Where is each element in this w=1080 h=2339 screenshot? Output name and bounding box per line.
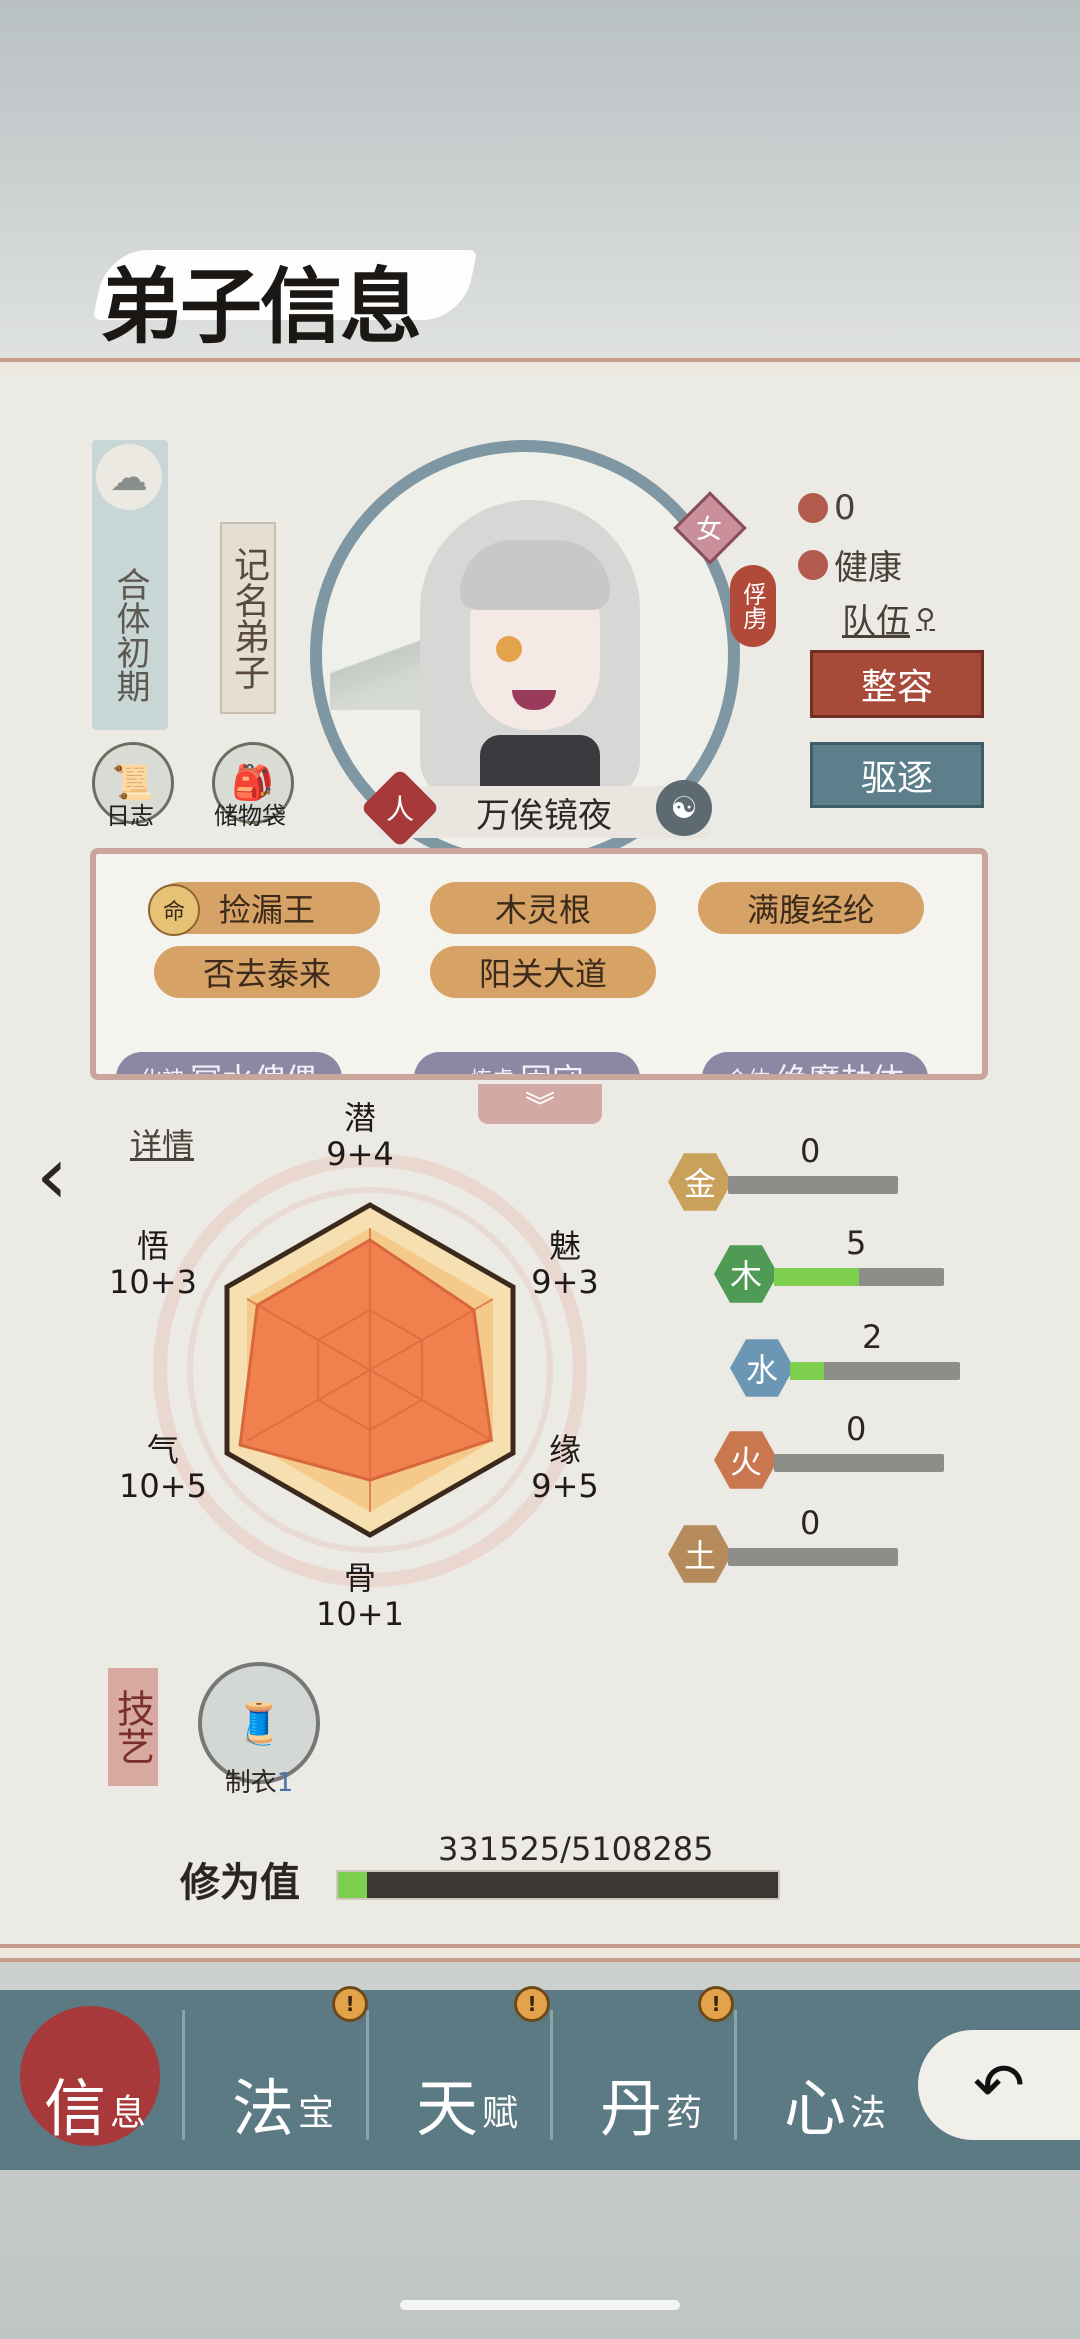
cultivation-bar — [336, 1870, 780, 1900]
character-bangs — [460, 540, 610, 610]
home-indicator[interactable] — [400, 2300, 680, 2310]
mood-count: 0 — [834, 488, 856, 528]
rank-tag: 记名弟子 — [220, 522, 276, 714]
element-bar — [728, 1176, 898, 1194]
attr-charm: 魅 9+3 — [531, 1227, 599, 1301]
expel-button[interactable]: 驱逐 — [810, 742, 984, 808]
back-arrow-icon[interactable]: ‹ — [20, 1129, 84, 1222]
trait-item[interactable]: 否去泰来 — [154, 946, 380, 998]
gender-text: 女 — [695, 514, 722, 545]
trait-item[interactable]: 满腹经纶 — [698, 882, 924, 934]
expand-traits-button[interactable]: ︾ — [478, 1084, 602, 1125]
traits-panel[interactable]: 命 捡漏王 木灵根 满腹经纶 否去泰来 阳关大道 化神冥水傀儡 炼虚固守 合体绝… — [90, 848, 988, 1080]
alert-icon: ! — [332, 1986, 368, 2022]
attribute-radar — [153, 1153, 587, 1587]
log-label: 日志 — [106, 802, 154, 830]
element-value: 2 — [862, 1318, 883, 1356]
team-link[interactable]: 队伍 ⚲ — [842, 594, 935, 643]
element-value: 5 — [846, 1224, 867, 1262]
return-arrow-icon: ↶ — [973, 2048, 1025, 2122]
element-bar — [774, 1268, 944, 1286]
realm-text: 合体初期 — [110, 567, 150, 703]
bag-label: 储物袋 — [214, 802, 286, 830]
mood-stat: 0 — [798, 488, 856, 528]
captive-tag: 俘虏 — [730, 565, 776, 647]
attr-potential: 潜 9+4 — [326, 1099, 394, 1173]
technique-item[interactable]: 化神冥水傀儡 — [116, 1052, 342, 1074]
attr-insight: 悟 10+3 — [109, 1227, 197, 1301]
trait-item[interactable]: 命 捡漏王 — [148, 882, 380, 936]
element-bar-fill — [774, 1268, 859, 1286]
cultivation-label: 修为值 — [180, 1859, 300, 1906]
technique-item[interactable]: 炼虚固守 — [414, 1052, 640, 1074]
technique-item[interactable]: 合体绝魔劫体 — [702, 1052, 928, 1074]
nav-divider — [550, 2010, 553, 2140]
health-stat: 健康 — [798, 540, 902, 589]
attr-qi: 气 10+5 — [119, 1431, 207, 1505]
race-text: 人 — [385, 793, 414, 826]
page-title: 弟子信息 — [100, 259, 422, 355]
nav-divider — [734, 2010, 737, 2140]
element-bar — [728, 1548, 898, 1566]
swirl-icon[interactable]: ☯ — [656, 780, 712, 836]
attr-fortune: 缘 9+5 — [531, 1431, 599, 1505]
element-value: 0 — [800, 1132, 821, 1170]
element-bar — [790, 1362, 960, 1380]
fate-icon: 命 — [148, 884, 200, 936]
cultivation-fill — [338, 1872, 367, 1898]
heart-icon — [798, 549, 828, 580]
health-text: 健康 — [834, 548, 902, 588]
character-eye — [496, 636, 522, 662]
element-value: 0 — [846, 1410, 867, 1448]
element-value: 0 — [800, 1504, 821, 1542]
cloud-icon: ☁ — [96, 444, 162, 510]
trait-item[interactable]: 木灵根 — [430, 882, 656, 934]
element-bar-fill — [790, 1362, 824, 1380]
location-pin-icon: ⚲ — [916, 603, 936, 634]
nav-divider — [366, 2010, 369, 2140]
tab-info[interactable]: 信息 — [10, 1994, 180, 2144]
element-bar — [774, 1454, 944, 1472]
chevron-down-icon: ︾ — [525, 1090, 555, 1125]
skill-tag: 技艺 — [108, 1668, 158, 1786]
skill-label: 制衣1 — [224, 1768, 294, 1798]
return-button[interactable]: ↶ — [918, 2030, 1080, 2140]
cultivation-value: 331525/5108285 — [438, 1830, 714, 1868]
tab-methods[interactable]: 心法 — [750, 1994, 920, 2144]
team-text: 队伍 — [842, 602, 910, 642]
mushroom-icon — [798, 493, 828, 523]
nav-divider — [182, 2010, 185, 2140]
cloth-roll-icon: 🧵 — [234, 1700, 284, 1747]
trait-item[interactable]: 阳关大道 — [430, 946, 656, 998]
panel-bottom-border — [0, 1944, 1080, 1962]
alert-icon: ! — [698, 1986, 734, 2022]
makeover-button[interactable]: 整容 — [810, 650, 984, 718]
alert-icon: ! — [514, 1986, 550, 2022]
attr-bone: 骨 10+1 — [316, 1559, 404, 1633]
